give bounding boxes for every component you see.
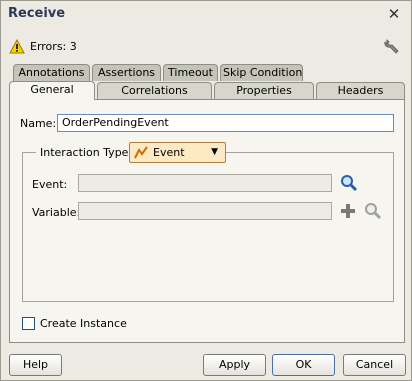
- create-instance-checkbox[interactable]: Create Instance: [22, 317, 127, 330]
- event-label: Event:: [32, 178, 68, 191]
- tab-timeout[interactable]: Timeout: [163, 64, 218, 81]
- variable-label: Variable:: [32, 206, 81, 219]
- search-event-icon[interactable]: [340, 174, 358, 192]
- interaction-type-label: Interaction Type:: [36, 146, 137, 159]
- general-panel: Name: OrderPendingEvent Interaction Type…: [9, 99, 405, 343]
- dialog-title: Receive: [8, 6, 66, 21]
- create-instance-box[interactable]: [22, 317, 35, 330]
- tab-annotations[interactable]: Annotations: [13, 64, 90, 81]
- tab-headers[interactable]: Headers: [316, 82, 405, 99]
- ok-button[interactable]: OK: [272, 354, 335, 376]
- warning-icon: [9, 39, 25, 54]
- interaction-type-value: Event: [153, 146, 185, 159]
- tab-correlations[interactable]: Correlations: [97, 82, 212, 99]
- tab-properties[interactable]: Properties: [214, 82, 314, 99]
- errors-text: Errors: 3: [30, 40, 77, 53]
- add-variable-icon[interactable]: [340, 203, 356, 219]
- tab-skip-condition[interactable]: Skip Condition: [220, 64, 303, 81]
- name-field[interactable]: OrderPendingEvent: [57, 114, 394, 132]
- cancel-button[interactable]: Cancel: [343, 354, 406, 376]
- chevron-down-icon: ▼: [211, 147, 218, 157]
- help-button[interactable]: Help: [9, 354, 62, 376]
- name-label: Name:: [20, 117, 57, 130]
- interaction-type-select[interactable]: Event ▼: [129, 142, 226, 163]
- tab-assertions[interactable]: Assertions: [92, 64, 161, 81]
- event-field[interactable]: [78, 174, 332, 192]
- errors-status: Errors: 3: [9, 39, 77, 54]
- event-icon: [134, 145, 148, 158]
- close-icon[interactable]: ✕: [386, 6, 402, 22]
- receive-dialog: Receive ✕ Errors: 3 Annotations Assertio…: [0, 0, 412, 381]
- apply-button[interactable]: Apply: [203, 354, 266, 376]
- create-instance-label: Create Instance: [40, 317, 127, 330]
- variable-field[interactable]: [78, 202, 332, 220]
- search-variable-icon[interactable]: [364, 202, 382, 220]
- wrench-icon[interactable]: [383, 38, 401, 56]
- tab-general[interactable]: General: [9, 81, 95, 100]
